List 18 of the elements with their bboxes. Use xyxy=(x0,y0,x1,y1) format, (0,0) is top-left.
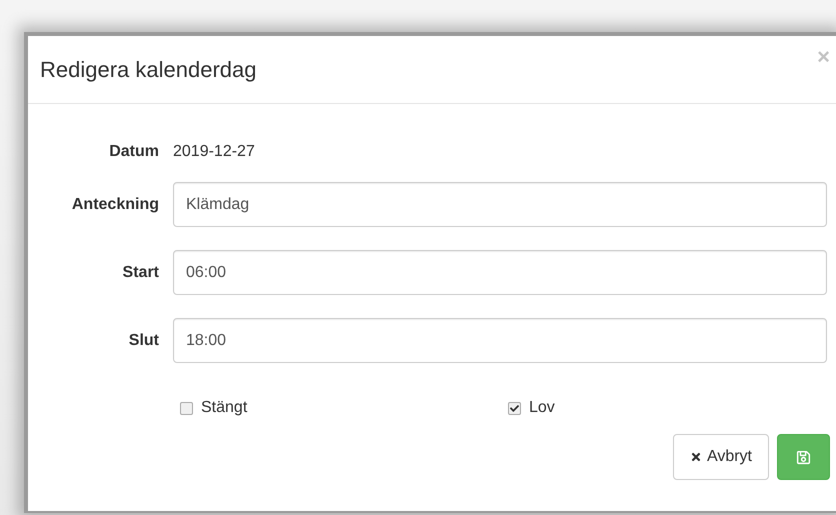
save-button[interactable] xyxy=(777,434,830,480)
input-field[interactable]: 18:00 xyxy=(173,318,827,363)
dialog-title: Redigera kalenderdag xyxy=(40,56,256,84)
checkbox[interactable] xyxy=(508,402,521,414)
cancel-button[interactable]: Avbryt xyxy=(672,434,769,480)
checkbox-label: Lov xyxy=(529,398,555,418)
input-field[interactable]: Klämdag xyxy=(173,182,827,227)
checkbox-label: Stängt xyxy=(201,398,248,418)
checkbox[interactable] xyxy=(180,402,193,414)
close-icon xyxy=(690,451,702,463)
field-label: Slut xyxy=(128,330,159,350)
check-icon xyxy=(510,404,519,412)
save-icon xyxy=(796,450,811,464)
date-value: 2019-12-27 xyxy=(173,142,255,162)
field-label: Anteckning xyxy=(70,194,159,214)
field-label: Start xyxy=(122,262,159,282)
field-label: Datum xyxy=(108,142,159,162)
input-field[interactable]: 06:00 xyxy=(173,250,827,295)
